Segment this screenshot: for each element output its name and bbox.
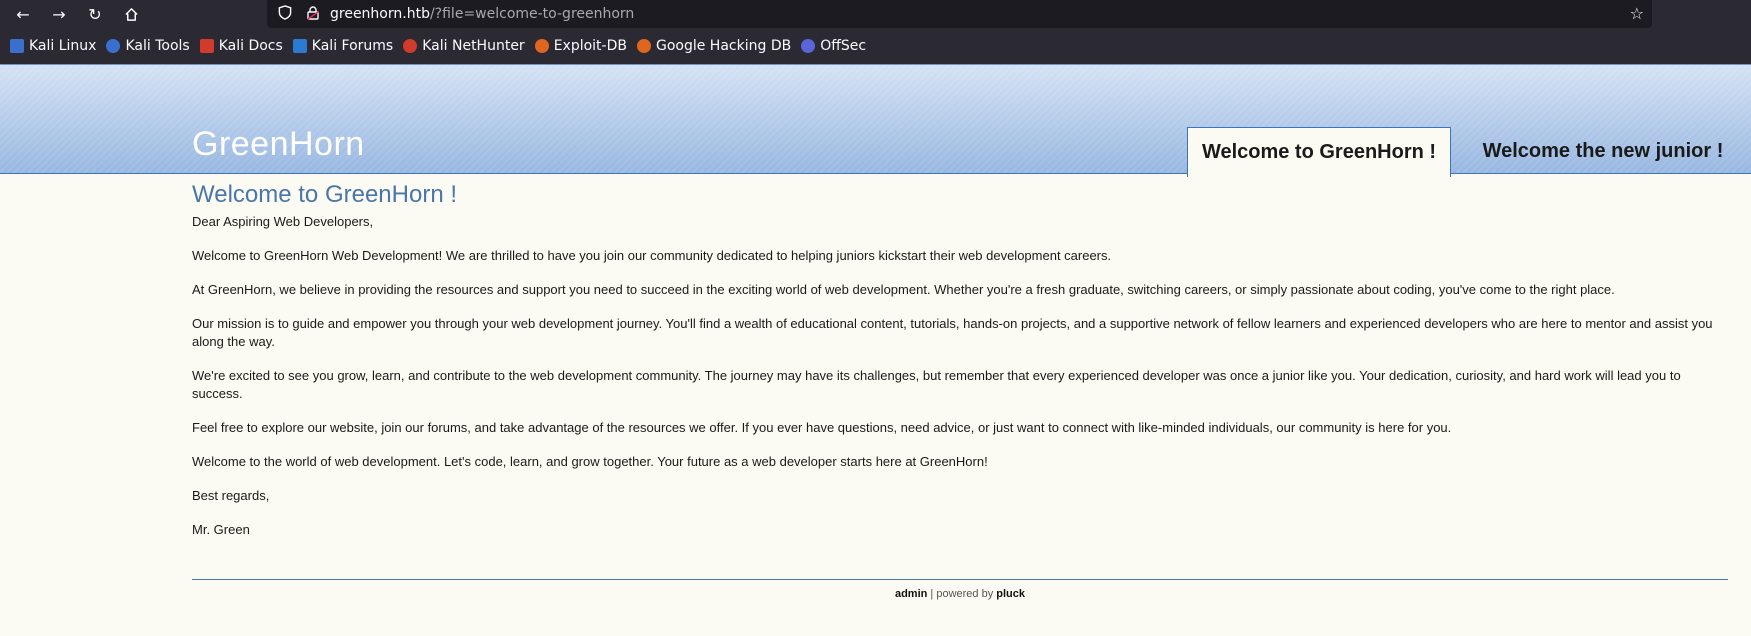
paragraph: Feel free to explore our website, join o… — [192, 420, 1452, 435]
kali-docs-icon — [199, 39, 214, 53]
main-content: Welcome to GreenHorn ! Dear Aspiring Web… — [192, 181, 1728, 555]
back-arrow-icon[interactable]: ← — [12, 3, 34, 25]
browser-chrome: ← → ↻ greenhorn.htb/?file=welcome-to-gre… — [0, 0, 1751, 64]
url-bar[interactable]: greenhorn.htb/?file=welcome-to-greenhorn… — [267, 0, 1652, 28]
forward-arrow-icon[interactable]: → — [48, 3, 70, 25]
bookmark-offsec[interactable]: OffSec — [801, 38, 866, 54]
kali-dragon-icon — [10, 39, 24, 53]
bookmark-google-hacking-db[interactable]: Google Hacking DB — [636, 38, 792, 54]
url-text[interactable]: greenhorn.htb/?file=welcome-to-greenhorn — [330, 6, 634, 22]
bookmark-kali-tools[interactable]: Kali Tools — [106, 38, 190, 54]
footer-divider — [192, 579, 1728, 580]
paragraph: Best regards, — [192, 488, 270, 503]
bookmark-kali-forums[interactable]: Kali Forums — [292, 38, 394, 54]
offsec-icon — [801, 39, 816, 53]
paragraph: We're excited to see you grow, learn, an… — [192, 368, 1681, 401]
bookmarks-bar: Kali Linux Kali Tools Kali Docs Kali For… — [0, 28, 1751, 64]
site-title[interactable]: GreenHorn — [192, 125, 365, 164]
bookmark-label: Kali Docs — [218, 38, 283, 54]
shield-icon[interactable] — [276, 4, 294, 24]
pluck-link[interactable]: pluck — [996, 588, 1025, 600]
kali-tools-icon — [106, 39, 121, 53]
bookmark-exploit-db[interactable]: Exploit-DB — [534, 38, 627, 54]
bookmark-kali-docs[interactable]: Kali Docs — [199, 38, 283, 54]
bookmark-label: Kali NetHunter — [422, 38, 525, 54]
web-page: GreenHorn Welcome to GreenHorn ! Welcome… — [0, 64, 1751, 636]
bookmark-label: OffSec — [820, 38, 867, 54]
star-icon[interactable]: ☆ — [1630, 4, 1644, 23]
url-path: /?file=welcome-to-greenhorn — [429, 6, 635, 22]
bookmark-kali-nethunter[interactable]: Kali NetHunter — [403, 38, 525, 54]
browser-navbar: ← → ↻ greenhorn.htb/?file=welcome-to-gre… — [0, 0, 1751, 28]
bookmark-kali-linux[interactable]: Kali Linux — [10, 38, 96, 54]
google-hacking-db-icon — [636, 39, 651, 53]
tab-welcome-to-greenhorn[interactable]: Welcome to GreenHorn ! — [1187, 127, 1451, 177]
bookmark-label: Kali Linux — [29, 38, 97, 54]
home-icon[interactable] — [120, 3, 142, 25]
admin-link[interactable]: admin — [895, 588, 927, 600]
exploit-db-icon — [534, 39, 549, 53]
paragraph: Our mission is to guide and empower you … — [192, 316, 1713, 349]
bookmark-label: Google Hacking DB — [655, 38, 792, 54]
bookmark-label: Exploit-DB — [553, 38, 627, 54]
reload-icon[interactable]: ↻ — [84, 3, 106, 25]
kali-forums-icon — [292, 39, 307, 53]
paragraph: Welcome to the world of web development.… — [192, 454, 988, 469]
lock-icon[interactable] — [306, 5, 320, 23]
paragraph: Dear Aspiring Web Developers, — [192, 214, 374, 229]
site-footer: admin | powered by pluck — [192, 588, 1728, 600]
paragraph: Welcome to GreenHorn Web Development! We… — [192, 248, 1112, 263]
url-host: greenhorn.htb — [330, 6, 430, 22]
page-title: Welcome to GreenHorn ! — [192, 181, 457, 208]
site-header: GreenHorn Welcome to GreenHorn ! Welcome… — [0, 64, 1751, 177]
paragraph: Mr. Green — [192, 522, 250, 537]
bookmark-label: Kali Forums — [311, 38, 394, 54]
paragraph: At GreenHorn, we believe in providing th… — [192, 282, 1615, 297]
footer-separator: | powered by — [927, 588, 997, 600]
bookmark-label: Kali Tools — [125, 38, 190, 54]
tab-welcome-new-junior[interactable]: Welcome the new junior ! — [1458, 127, 1748, 175]
kali-nethunter-icon — [403, 39, 418, 53]
